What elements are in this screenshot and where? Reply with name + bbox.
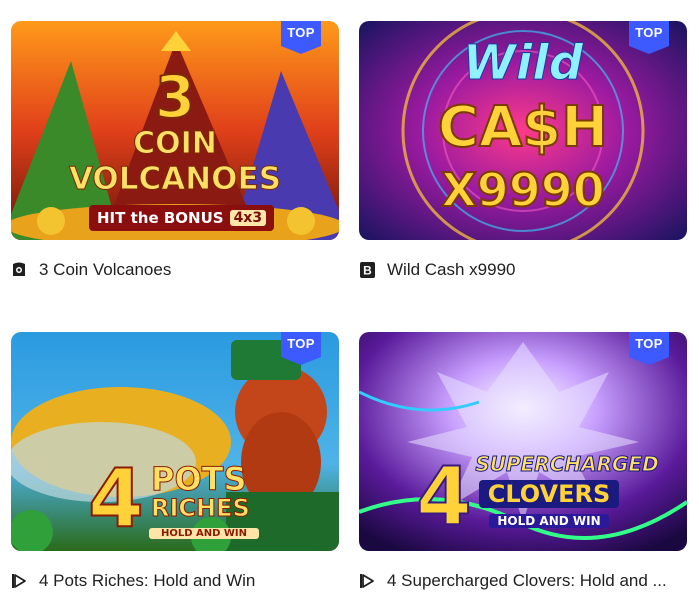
artwork-bonus-banner: HIT the BONUS 4x3	[89, 205, 275, 231]
provider-play-icon	[359, 573, 375, 589]
artwork-title-line: VOLCANOES	[68, 161, 282, 198]
game-title[interactable]: 3 Coin Volcanoes	[39, 260, 171, 280]
top-badge: TOP	[281, 332, 321, 365]
top-badge: TOP	[281, 21, 321, 54]
provider-b-icon: B	[359, 262, 375, 278]
game-card[interactable]: 4 POTS RICHES HOLD AND WIN TOP 4 Pots Ri…	[11, 332, 340, 590]
svg-text:B: B	[363, 264, 372, 278]
artwork-title-line: CLOVERS	[479, 480, 619, 508]
game-card[interactable]: 4 SUPERCHARGED CLOVERS HOLD AND WIN TOP …	[359, 332, 688, 590]
provider-logo-icon	[11, 262, 27, 278]
artwork-title-line: POTS	[151, 460, 248, 499]
top-badge: TOP	[629, 332, 669, 365]
game-thumbnail[interactable]: 4 SUPERCHARGED CLOVERS HOLD AND WIN TOP	[359, 332, 687, 551]
top-badge: TOP	[629, 21, 669, 54]
game-title[interactable]: Wild Cash x9990	[387, 260, 516, 280]
provider-play-icon	[11, 573, 27, 589]
game-card[interactable]: Wild CA$H X9990 TOP B Wild Cash x9990	[359, 21, 688, 279]
game-thumbnail[interactable]: 3 COIN VOLCANOES HIT the BONUS 4x3 TOP	[11, 21, 339, 240]
game-card[interactable]: 3 COIN VOLCANOES HIT the BONUS 4x3 TOP 3…	[11, 21, 340, 279]
artwork-number: 4	[87, 451, 145, 546]
artwork-title-line: RICHES	[151, 494, 251, 523]
game-thumbnail[interactable]: 4 POTS RICHES HOLD AND WIN TOP	[11, 332, 339, 551]
artwork-bonus-text: HIT the BONUS	[97, 209, 224, 227]
artwork-subtitle: HOLD AND WIN	[489, 514, 609, 528]
artwork-title-line: SUPERCHARGED	[475, 452, 659, 477]
game-title[interactable]: 4 Pots Riches: Hold and Win	[39, 571, 255, 591]
artwork-title-line: COIN	[133, 126, 218, 162]
artwork-title-line: X9990	[440, 162, 606, 218]
artwork-title-line: CA$H	[437, 94, 609, 161]
artwork-number: 3	[154, 62, 196, 132]
game-thumbnail[interactable]: Wild CA$H X9990 TOP	[359, 21, 687, 240]
artwork-subtitle: HOLD AND WIN	[149, 528, 259, 539]
artwork-bonus-value: 4x3	[229, 210, 267, 226]
game-title[interactable]: 4 Supercharged Clovers: Hold and ...	[387, 571, 667, 591]
